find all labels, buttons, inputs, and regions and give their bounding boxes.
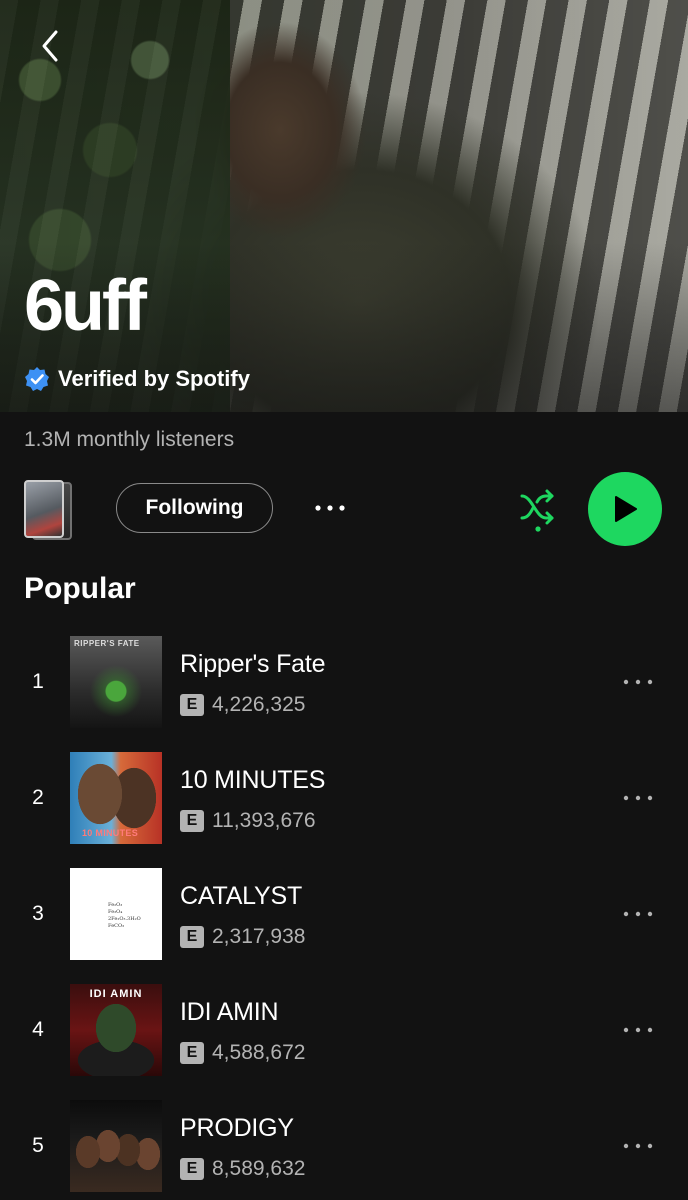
track-meta: E 2,317,938 (180, 924, 305, 950)
explicit-badge: E (180, 694, 204, 716)
more-horizontal-icon (623, 679, 653, 685)
more-horizontal-icon (623, 795, 653, 801)
play-button[interactable] (588, 472, 662, 546)
explicit-badge: E (180, 1042, 204, 1064)
explicit-badge: E (180, 810, 204, 832)
more-horizontal-icon (623, 911, 653, 917)
back-button[interactable] (30, 22, 70, 70)
track-number: 4 (32, 1018, 44, 1041)
artist-page: 6uff Verified by Spotify 1.3M monthly li… (0, 0, 688, 1200)
verified-label: Verified by Spotify (58, 366, 250, 391)
track-title: PRODIGY (180, 1114, 294, 1142)
verified-badge-icon (25, 367, 49, 391)
track-title: Ripper's Fate (180, 650, 326, 678)
track-number: 5 (32, 1134, 44, 1157)
shuffle-icon (520, 489, 554, 532)
track-title: IDI AMIN (180, 998, 279, 1026)
play-count: 11,393,676 (212, 809, 316, 832)
artist-controls: Following (0, 470, 688, 550)
artist-name: 6uff (24, 266, 147, 346)
play-count: 8,589,632 (212, 1157, 306, 1180)
track-row[interactable]: 2 10 MINUTES 10 MINUTES E 11,393,676 (0, 746, 688, 862)
artist-hero: 6uff Verified by Spotify (0, 0, 688, 412)
cover-art-text: 10 MINUTES (82, 828, 139, 838)
track-title: CATALYST (180, 882, 303, 910)
explicit-badge: E (180, 926, 204, 948)
artist-pick-cover[interactable] (24, 478, 72, 542)
play-count: 2,317,938 (212, 925, 306, 948)
track-cover-art (70, 1100, 162, 1192)
play-count: 4,588,672 (212, 1041, 306, 1064)
shuffle-button[interactable] (512, 488, 564, 540)
more-horizontal-icon (623, 1027, 653, 1033)
track-more-button[interactable] (612, 1128, 664, 1164)
track-row[interactable]: 4 IDI AMIN IDI AMIN E 4,588,672 (0, 978, 688, 1094)
verified-row: Verified by Spotify (24, 364, 250, 394)
popular-track-list: 1 RIPPER'S FATE Ripper's Fate E 4,226,32… (0, 630, 688, 1200)
track-cover-art: 10 MINUTES (70, 752, 162, 844)
track-cover-art: RIPPER'S FATE (70, 636, 162, 728)
explicit-badge: E (180, 1158, 204, 1180)
track-title: 10 MINUTES (180, 766, 326, 794)
more-horizontal-icon (315, 505, 345, 511)
more-options-button[interactable] (308, 490, 352, 526)
track-row[interactable]: 1 RIPPER'S FATE Ripper's Fate E 4,226,32… (0, 630, 688, 746)
cover-stack-front (24, 480, 64, 538)
cover-art-text: IDI AMIN (89, 988, 143, 1000)
track-meta: E 11,393,676 (180, 808, 316, 834)
track-more-button[interactable] (612, 780, 664, 816)
track-more-button[interactable] (612, 664, 664, 700)
more-horizontal-icon (623, 1143, 653, 1149)
track-more-button[interactable] (612, 896, 664, 932)
monthly-listeners: 1.3M monthly listeners (24, 428, 235, 451)
play-count: 4,226,325 (212, 693, 306, 716)
popular-heading: Popular (24, 572, 136, 605)
track-cover-art: Fe₂O₃ Fe₃O₄ 2Fe₂O₃.3H₂O FeCO₃ (70, 868, 162, 960)
track-more-button[interactable] (612, 1012, 664, 1048)
track-number: 1 (32, 670, 44, 693)
track-number: 3 (32, 902, 44, 925)
cover-art-text: Fe₂O₃ Fe₃O₄ 2Fe₂O₃.3H₂O FeCO₃ (108, 902, 141, 929)
track-row[interactable]: 5 PRODIGY E 8,589,632 (0, 1094, 688, 1200)
track-meta: E 4,226,325 (180, 692, 305, 718)
chevron-left-icon (42, 30, 58, 62)
play-icon (615, 496, 637, 522)
following-button[interactable]: Following (116, 483, 273, 533)
track-meta: E 8,589,632 (180, 1156, 305, 1182)
track-meta: E 4,588,672 (180, 1040, 305, 1066)
track-row[interactable]: 3 Fe₂O₃ Fe₃O₄ 2Fe₂O₃.3H₂O FeCO₃ CATALYST… (0, 862, 688, 978)
cover-art-text: RIPPER'S FATE (74, 639, 140, 648)
track-number: 2 (32, 786, 44, 809)
track-cover-art: IDI AMIN (70, 984, 162, 1076)
